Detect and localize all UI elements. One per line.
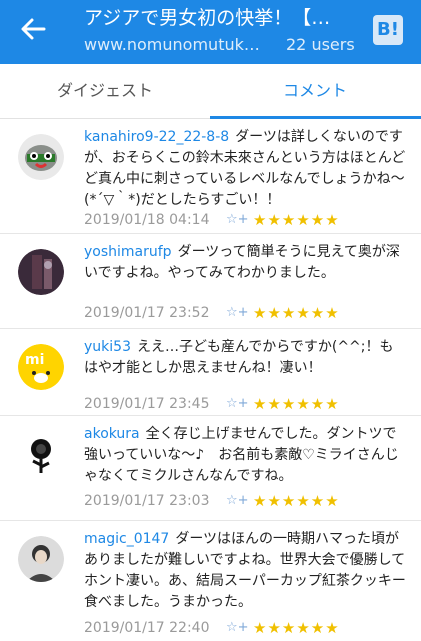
add-star-icon[interactable]: ☆+: [226, 617, 249, 639]
comment-username[interactable]: yuki53: [84, 339, 131, 355]
star-rating: ★★★★★★: [253, 211, 340, 229]
comment-text: kanahiro9-22_22-8-8 ダーツは詳しくないのですが、おそらくこの鈴…: [84, 127, 406, 211]
add-star-icon[interactable]: ☆+: [226, 490, 249, 512]
avatar[interactable]: mi: [18, 344, 64, 390]
comment-date[interactable]: 2019/01/17 23:52: [84, 302, 210, 324]
comment-date[interactable]: 2019/01/17 23:03: [84, 490, 210, 512]
star-rating: ★★★★★★: [253, 395, 340, 413]
entry-domain[interactable]: www.nomunomutuk…: [84, 34, 269, 56]
comment-username[interactable]: akokura: [84, 426, 140, 442]
tab-comments[interactable]: コメント: [210, 64, 420, 118]
bookmark-users-count[interactable]: 22 users: [286, 34, 355, 56]
comment-date[interactable]: 2019/01/17 23:45: [84, 393, 210, 415]
comment-item: magic_0147 ダーツはほんの一時期ハマった頃がありましたが難しいですよね。…: [0, 521, 421, 641]
tab-bar: ダイジェスト コメント: [0, 64, 421, 119]
comment-item: yoshimarufp ダーツって簡単そうに見えて奥が深いですよね。やってみてわか…: [0, 234, 421, 329]
app-header: アジアで男女初の快挙！【… www.nomunomutuk… 22 users …: [0, 0, 421, 64]
add-star-icon[interactable]: ☆+: [226, 302, 249, 324]
tab-digest[interactable]: ダイジェスト: [0, 64, 210, 118]
avatar[interactable]: [18, 249, 64, 295]
comment-item: kanahiro9-22_22-8-8 ダーツは詳しくないのですが、おそらくこの鈴…: [0, 119, 421, 234]
comment-date[interactable]: 2019/01/17 22:40: [84, 617, 210, 639]
comment-text: akokura 全く存じ上げませんでした。ダントツで強いっていいな〜♪ お名前も素…: [84, 424, 406, 487]
comment-item: akokura 全く存じ上げませんでした。ダントツで強いっていいな〜♪ お名前も素…: [0, 416, 421, 521]
avatar[interactable]: [18, 134, 64, 180]
comment-username[interactable]: yoshimarufp: [84, 244, 172, 260]
star-rating: ★★★★★★: [253, 304, 340, 322]
back-arrow-icon[interactable]: [18, 14, 48, 44]
comment-text: yoshimarufp ダーツって簡単そうに見えて奥が深いですよね。やってみてわか…: [84, 242, 406, 284]
entry-title[interactable]: アジアで男女初の快挙！【…: [84, 6, 354, 30]
comment-text: yuki53 ええ…子ども産んでからですか(^^;！もはや才能としか思えませんね！…: [84, 337, 406, 379]
comment-list: kanahiro9-22_22-8-8 ダーツは詳しくないのですが、おそらくこの鈴…: [0, 119, 421, 641]
star-rating: ★★★★★★: [253, 492, 340, 510]
hatena-bookmark-icon[interactable]: B!: [373, 15, 403, 45]
comment-username[interactable]: magic_0147: [84, 531, 169, 547]
add-star-icon[interactable]: ☆+: [226, 393, 249, 415]
star-rating: ★★★★★★: [253, 619, 340, 637]
comment-item: mi yuki53 ええ…子ども産んでからですか(^^;！もはや才能としか思えませ…: [0, 329, 421, 416]
comment-username[interactable]: kanahiro9-22_22-8-8: [84, 129, 229, 145]
comment-text: magic_0147 ダーツはほんの一時期ハマった頃がありましたが難しいですよね。…: [84, 529, 406, 613]
comment-date[interactable]: 2019/01/18 04:14: [84, 209, 210, 231]
avatar[interactable]: [18, 431, 64, 477]
avatar[interactable]: [18, 536, 64, 582]
add-star-icon[interactable]: ☆+: [226, 209, 249, 231]
svg-text:mi: mi: [25, 352, 44, 368]
